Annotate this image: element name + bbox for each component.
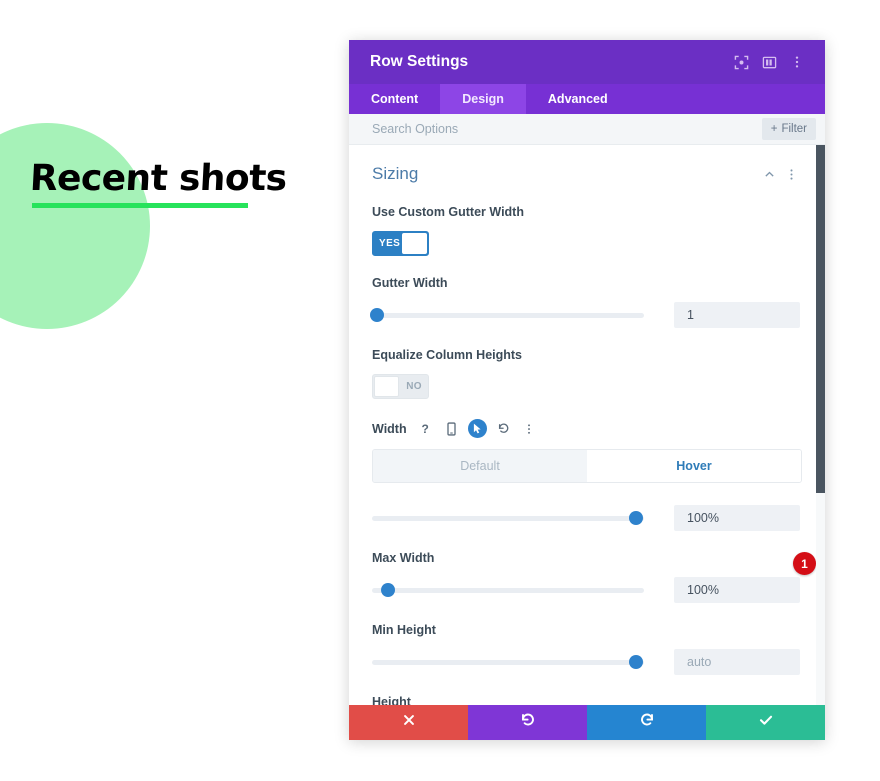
field-min-height: Min Height auto bbox=[372, 623, 802, 675]
undo-button[interactable] bbox=[468, 705, 587, 740]
settings-scroll-area: Sizing Use Custom Gutter Width YES Gutte… bbox=[349, 145, 825, 705]
decorative-green-circle bbox=[0, 123, 150, 329]
filter-button[interactable]: + Filter bbox=[761, 118, 816, 140]
slider-row: 100% bbox=[372, 577, 802, 603]
page-title: Recent shots bbox=[28, 158, 288, 199]
modal-footer bbox=[349, 705, 825, 740]
sizing-section-header: Sizing bbox=[372, 145, 802, 185]
max-width-slider[interactable] bbox=[372, 581, 644, 599]
slider-track bbox=[372, 659, 644, 665]
field-max-width: Max Width 100% bbox=[372, 551, 802, 603]
slider-row: auto bbox=[372, 649, 802, 675]
gutter-width-slider[interactable] bbox=[370, 306, 644, 324]
row-settings-modal: Row Settings Content Design Advanced Sea… bbox=[349, 40, 825, 740]
fullscreen-icon[interactable] bbox=[727, 48, 755, 76]
slider-handle[interactable] bbox=[370, 308, 385, 322]
field-use-custom-gutter-width: Use Custom Gutter Width YES bbox=[372, 205, 802, 256]
state-tab-default[interactable]: Default bbox=[373, 450, 587, 482]
slider-track bbox=[372, 312, 644, 318]
heading-underline bbox=[32, 203, 248, 208]
hero-section: Recent shots bbox=[0, 0, 349, 781]
scrollbar-thumb[interactable] bbox=[816, 145, 825, 493]
hero-heading-wrapper: Recent shots bbox=[28, 158, 330, 199]
field-label: Equalize Column Heights bbox=[372, 348, 523, 362]
modal-tab-bar: Content Design Advanced bbox=[349, 84, 825, 114]
width-control-row: Width ? bbox=[372, 419, 802, 438]
toggle-knob bbox=[402, 233, 427, 254]
equalize-column-heights-toggle[interactable]: NO bbox=[372, 374, 429, 399]
chevron-up-icon[interactable] bbox=[758, 163, 780, 185]
responsive-mobile-icon[interactable] bbox=[442, 419, 461, 438]
cancel-button[interactable] bbox=[349, 705, 468, 740]
plus-icon: + bbox=[770, 123, 778, 135]
check-icon bbox=[758, 712, 774, 733]
min-height-value[interactable]: auto bbox=[674, 649, 800, 675]
gutter-width-value[interactable]: 1 bbox=[674, 302, 800, 328]
min-height-slider[interactable] bbox=[372, 653, 644, 671]
section-kebab-menu-icon[interactable] bbox=[780, 163, 802, 185]
field-width: Width ? Default Hover 100% bbox=[372, 419, 802, 531]
toggle-knob bbox=[374, 376, 399, 397]
help-icon[interactable]: ? bbox=[416, 419, 435, 438]
reset-icon[interactable] bbox=[494, 419, 513, 438]
modal-header: Row Settings bbox=[349, 40, 825, 84]
modal-body: Sizing Use Custom Gutter Width YES Gutte… bbox=[349, 145, 825, 705]
width-value[interactable]: 100% bbox=[674, 505, 800, 531]
slider-track bbox=[372, 515, 644, 521]
slider-row: 1 bbox=[370, 302, 802, 328]
save-button[interactable] bbox=[706, 705, 825, 740]
slider-track bbox=[372, 587, 644, 593]
hover-cursor-icon[interactable] bbox=[467, 419, 487, 438]
step-badge: 1 bbox=[793, 552, 816, 575]
field-height: Height 15.9vw bbox=[372, 695, 802, 705]
section-title: Sizing bbox=[372, 164, 419, 183]
field-label: Max Width bbox=[372, 551, 435, 565]
kebab-menu-icon[interactable] bbox=[783, 48, 811, 76]
field-label: Gutter Width bbox=[372, 276, 448, 290]
field-equalize-column-heights: Equalize Column Heights NO bbox=[372, 348, 802, 399]
toggle-state-label: NO bbox=[406, 381, 422, 392]
undo-icon bbox=[520, 712, 536, 733]
search-input[interactable] bbox=[372, 122, 702, 136]
scrollbar-track[interactable] bbox=[816, 145, 825, 705]
toggle-state-label: YES bbox=[379, 238, 401, 249]
field-label: Height bbox=[372, 695, 411, 705]
width-slider[interactable] bbox=[372, 509, 644, 527]
state-tab-hover[interactable]: Hover bbox=[587, 450, 801, 482]
filter-button-label: Filter bbox=[781, 123, 807, 135]
field-label: Width bbox=[372, 421, 407, 436]
search-bar: + Filter bbox=[349, 114, 825, 145]
close-icon bbox=[402, 713, 416, 732]
width-kebab-menu-icon[interactable] bbox=[520, 419, 539, 438]
tab-content[interactable]: Content bbox=[349, 84, 440, 114]
slider-row: 100% bbox=[372, 505, 802, 531]
tab-design[interactable]: Design bbox=[440, 84, 526, 114]
use-custom-gutter-width-toggle[interactable]: YES bbox=[372, 231, 429, 256]
field-gutter-width: Gutter Width 1 bbox=[370, 276, 802, 328]
width-state-tabs: Default Hover bbox=[372, 449, 802, 483]
tab-advanced[interactable]: Advanced bbox=[526, 84, 630, 114]
slider-handle[interactable] bbox=[628, 655, 643, 669]
layout-columns-icon[interactable] bbox=[755, 48, 783, 76]
redo-button[interactable] bbox=[587, 705, 706, 740]
slider-handle[interactable] bbox=[628, 511, 643, 525]
max-width-value[interactable]: 100% bbox=[674, 577, 800, 603]
field-label: Min Height bbox=[372, 623, 436, 637]
modal-title: Row Settings bbox=[370, 53, 469, 70]
slider-handle[interactable] bbox=[381, 583, 396, 597]
field-label: Use Custom Gutter Width bbox=[372, 205, 524, 219]
redo-icon bbox=[639, 712, 655, 733]
